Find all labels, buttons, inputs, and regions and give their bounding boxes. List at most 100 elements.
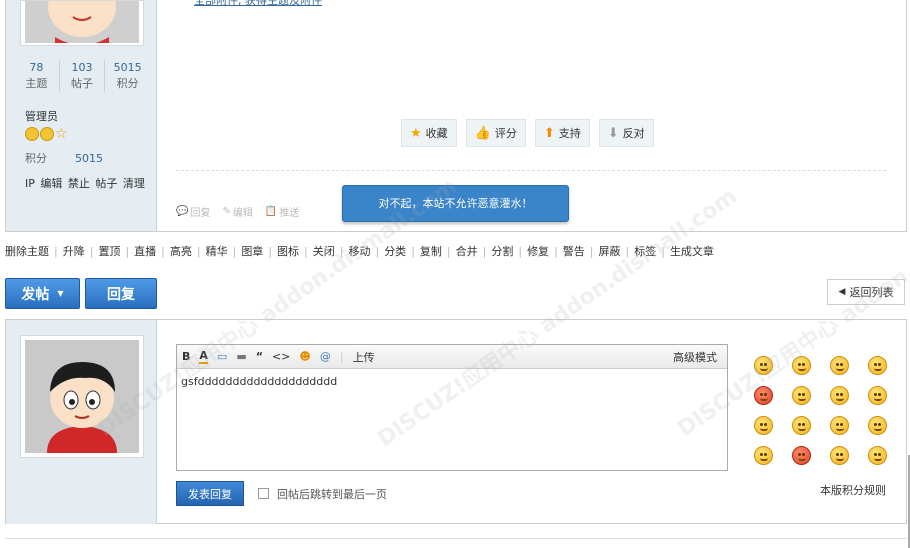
smiley-icon[interactable]	[868, 356, 887, 375]
stat-threads[interactable]: 78 主题	[14, 60, 60, 92]
advanced-mode-link[interactable]: 高级模式	[673, 349, 717, 365]
stat-posts[interactable]: 103 帖子	[60, 60, 106, 92]
image-icon[interactable]: ▭	[217, 350, 227, 363]
angry-smiley-icon[interactable]	[754, 386, 773, 405]
smiley-icon[interactable]	[792, 356, 811, 375]
mod-link[interactable]: 修复	[527, 245, 549, 258]
user-group[interactable]: 管理员	[25, 108, 58, 124]
smiley-icon[interactable]	[830, 386, 849, 405]
quote-icon[interactable]: “	[256, 350, 263, 363]
push-icon: 📋	[264, 206, 278, 217]
medal-row: ☆	[25, 127, 69, 141]
mod-link[interactable]: 生成文章	[670, 245, 714, 258]
mod-link[interactable]: 升降	[63, 245, 85, 258]
mod-link[interactable]: 合并	[456, 245, 478, 258]
code-icon[interactable]: <>	[272, 350, 290, 363]
sun-icon	[40, 127, 54, 141]
jump-last-page-label[interactable]: 回帖后跳转到最后一页	[277, 486, 387, 502]
arrow-down-icon: ⬇	[607, 125, 619, 141]
back-to-list-button[interactable]: ◀ 返回列表	[827, 279, 905, 305]
smiley-icon[interactable]	[792, 416, 811, 435]
author-stats: 78 主题 103 帖子 5015 积分	[14, 60, 150, 92]
smiley-icon[interactable]	[830, 446, 849, 465]
mod-link[interactable]: 标签	[634, 245, 656, 258]
mod-link[interactable]: 移动	[348, 245, 370, 258]
reply-editor: B A ▭ ▬ “ <> ☻ @ | 上传 高级模式 gsfdddddddddd…	[176, 344, 728, 471]
editor-toolbar: B A ▭ ▬ “ <> ☻ @ | 上传 高级模式	[177, 345, 727, 369]
mod-separator: |	[196, 245, 201, 258]
mod-separator: |	[268, 245, 273, 258]
mod-separator: |	[304, 245, 308, 258]
font-color-icon[interactable]: A	[199, 349, 208, 364]
mod-link[interactable]: 关闭	[313, 245, 335, 258]
star-icon: ☆	[55, 126, 68, 142]
reply-button[interactable]: 回复	[85, 278, 157, 309]
smiley-icon[interactable]	[792, 386, 811, 405]
upload-button[interactable]: 上传	[353, 349, 375, 365]
support-button[interactable]: ⬆ 支持	[534, 119, 590, 147]
edit-action[interactable]: ✎ 编辑	[222, 204, 252, 219]
star-icon: ★	[410, 125, 422, 141]
avatar-image	[25, 1, 139, 45]
mod-link[interactable]: 图章	[241, 245, 263, 258]
rate-button[interactable]: 👍 评分	[465, 119, 526, 147]
points-row: 积分 5015	[25, 152, 103, 165]
smiley-icon[interactable]	[754, 446, 773, 465]
reply-icon: 💬	[176, 206, 189, 217]
mod-link[interactable]: 删除主题	[5, 245, 49, 258]
divider	[176, 170, 886, 171]
toolbar-separator: |	[339, 350, 344, 363]
chevron-left-icon: ◀	[838, 287, 846, 297]
mod-link[interactable]: 置顶	[98, 245, 120, 258]
mod-link[interactable]: 复制	[420, 245, 442, 258]
bold-icon[interactable]: B	[182, 350, 190, 363]
post-actions: 💬 回复 ✎ 编辑 📋 推送	[176, 204, 299, 219]
smiley-icon[interactable]	[868, 386, 887, 405]
smiley-panel	[754, 356, 906, 465]
mod-link[interactable]: 分割	[491, 245, 513, 258]
mod-link[interactable]: 屏蔽	[599, 245, 621, 258]
mod-separator: |	[54, 245, 58, 258]
smiley-icon[interactable]: ☻	[299, 350, 310, 363]
smiley-icon[interactable]	[830, 416, 849, 435]
mod-link[interactable]: 图标	[277, 245, 299, 258]
new-thread-button[interactable]: 发帖 ▼	[5, 278, 80, 309]
submit-reply-button[interactable]: 发表回复	[176, 481, 244, 506]
mod-link[interactable]: 直播	[134, 245, 156, 258]
avatar[interactable]	[20, 0, 144, 46]
mod-link[interactable]: 警告	[563, 245, 585, 258]
moderation-bar: 删除主题 | 升降 | 置顶 | 直播 | 高亮 | 精华 | 图章 | 图标 | 关闭 | 移动 | 分类 | 复制 | 合并…	[5, 243, 714, 259]
flood-warning-toast: 对不起，本站不允许恶意灌水！	[342, 185, 569, 222]
mod-separator: |	[89, 245, 94, 258]
mod-link[interactable]: 分类	[384, 245, 406, 258]
reply-action[interactable]: 💬 回复	[176, 204, 210, 219]
push-action[interactable]: 📋 推送	[265, 204, 299, 219]
smiley-icon[interactable]	[754, 416, 773, 435]
avatar[interactable]	[20, 335, 144, 458]
arrow-up-icon: ⬆	[543, 125, 555, 141]
blush-smiley-icon[interactable]	[792, 446, 811, 465]
thumb-icon: 👍	[474, 125, 491, 141]
mod-link[interactable]: 精华	[206, 245, 228, 258]
quick-reply-panel: B A ▭ ▬ “ <> ☻ @ | 上传 高级模式 gsfdddddddddd…	[5, 319, 907, 524]
mod-separator: |	[375, 245, 380, 258]
mod-separator: |	[446, 245, 451, 258]
oppose-button[interactable]: ⬇ 反对	[598, 119, 654, 147]
mod-separator: |	[232, 245, 237, 258]
favorite-button[interactable]: ★ 收藏	[401, 119, 457, 147]
jump-last-page-checkbox[interactable]	[258, 488, 269, 499]
pencil-icon: ✎	[222, 206, 231, 217]
attachment-link[interactable]: 全部附件, 获得主题及附件	[194, 0, 322, 8]
mention-icon[interactable]: @	[320, 350, 331, 363]
reply-textarea[interactable]: gsfdddddddddddddddddddd	[177, 369, 727, 394]
mod-link[interactable]: 高亮	[170, 245, 192, 258]
mod-separator: |	[661, 245, 665, 258]
admin-links[interactable]: IP 编辑 禁止 帖子 清理	[25, 175, 145, 191]
smiley-icon[interactable]	[754, 356, 773, 375]
stat-credits[interactable]: 5015 积分	[105, 60, 150, 92]
smiley-icon[interactable]	[830, 356, 849, 375]
smiley-icon[interactable]	[868, 446, 887, 465]
attachment-icon[interactable]: ▬	[236, 350, 246, 363]
smiley-icon[interactable]	[868, 416, 887, 435]
credit-rules-link[interactable]: 本版积分规则	[820, 482, 886, 498]
